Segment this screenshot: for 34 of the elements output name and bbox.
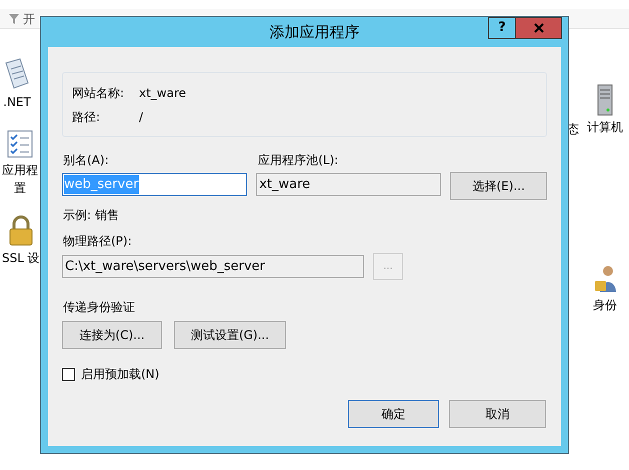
preload-checkbox[interactable]: [62, 368, 75, 380]
feature-label[interactable]: 置: [14, 181, 26, 195]
checklist-icon: [6, 129, 34, 159]
dialog-button[interactable]: 确定: [348, 400, 439, 428]
path-label: 路径:: [72, 108, 102, 126]
physical-path-label: 物理路径(P):: [62, 233, 133, 250]
physical-path-field[interactable]: C:\xt_ware\servers\web_server: [62, 255, 364, 278]
feature-label[interactable]: SSL 设: [2, 251, 40, 265]
feature-label[interactable]: 身份: [593, 298, 617, 312]
site-name-value: xt_ware: [139, 84, 186, 102]
dialog-title: 添加应用程序: [270, 22, 360, 43]
feature-label[interactable]: 应用程: [2, 163, 38, 177]
app-pool-field[interactable]: xt_ware: [256, 173, 442, 196]
person-lock-icon: [594, 264, 616, 294]
feature-label[interactable]: .NET: [3, 95, 31, 109]
pass-through-heading: 传递身份验证: [62, 299, 136, 316]
example-text: 示例: 销售: [62, 207, 120, 224]
path-value: /: [139, 108, 144, 126]
lock-icon: [8, 215, 34, 247]
pass-through-button[interactable]: 连接为(C)...: [62, 321, 162, 349]
site-name-label: 网站名称:: [72, 84, 126, 102]
feature-label[interactable]: 计算机: [587, 120, 623, 134]
close-icon: [534, 23, 544, 33]
dialog-button[interactable]: 取消: [449, 400, 546, 428]
app-pool-label: 应用程序池(L):: [257, 152, 340, 169]
pass-through-button[interactable]: 测试设置(G)...: [174, 321, 286, 349]
toolbar-label[interactable]: 开: [23, 10, 35, 28]
server-icon: [597, 84, 613, 116]
preload-label: 启用预加载(N): [81, 366, 160, 383]
close-button[interactable]: [516, 17, 562, 39]
alias-label: 别名(A):: [62, 152, 110, 169]
help-button[interactable]: ?: [488, 17, 516, 39]
filter-icon[interactable]: [8, 12, 20, 24]
select-button[interactable]: 选择(E)...: [450, 172, 547, 200]
